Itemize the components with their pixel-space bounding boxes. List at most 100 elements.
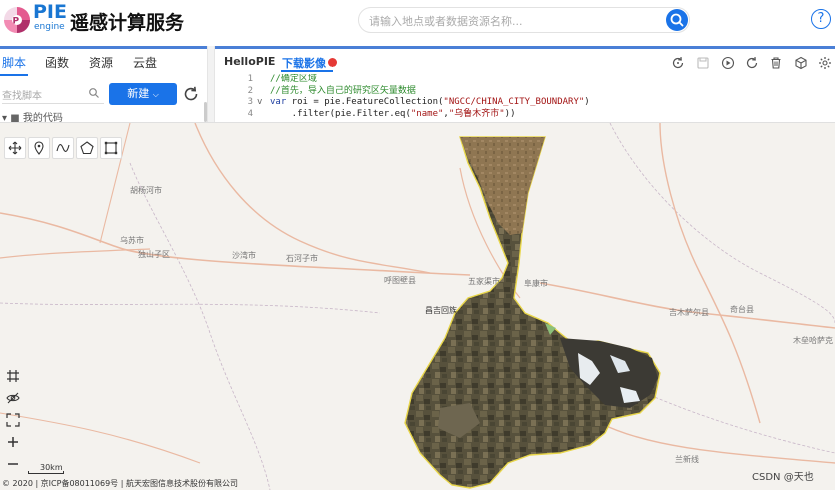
- line-number: 4: [247, 108, 253, 119]
- panel-accent-bar: [0, 46, 207, 49]
- code-token: //首先，导入自己的研究区矢量数据: [270, 85, 416, 96]
- map-label: 阜康市: [524, 279, 548, 288]
- polygon-icon: [80, 141, 94, 155]
- script-panel-tabs: 脚本 函数 资源 云盘: [0, 54, 207, 76]
- new-script-button[interactable]: 新建 ⌵: [109, 83, 177, 105]
- move-icon: [8, 141, 22, 155]
- code-text: //确定区域: [270, 74, 317, 86]
- code-line[interactable]: 4 .filter(pie.Filter.eq("name","乌鲁木齐市")): [215, 109, 835, 121]
- tab-hellopie[interactable]: HelloPIE: [224, 55, 275, 68]
- code-token: "name": [410, 108, 444, 119]
- code-area[interactable]: 1//确定区域 2//首先，导入自己的研究区矢量数据 3 v var roi = pie…: [215, 74, 835, 122]
- point-tool-button[interactable]: [28, 137, 50, 159]
- map-label: 呼图壁县: [384, 276, 416, 285]
- scale-bar: 30km: [28, 463, 88, 475]
- refresh-icon[interactable]: [671, 56, 685, 70]
- global-search: [358, 7, 690, 33]
- code-token: //确定区域: [270, 74, 317, 84]
- top-header: P PIE engine 遥感计算服务 ?: [0, 0, 835, 40]
- fullscreen-icon[interactable]: [4, 411, 22, 429]
- app-root: P PIE engine 遥感计算服务 ? 脚本 函数 资源 云盘: [0, 0, 835, 490]
- script-panel: 脚本 函数 资源 云盘 新建 ⌵ ▾ ■ 我的代码: [0, 46, 207, 122]
- map-label: 独山子区: [138, 250, 170, 259]
- zoom-out-icon[interactable]: [4, 455, 22, 473]
- code-line[interactable]: 1 //确定区域: [215, 74, 835, 86]
- svg-text:P: P: [13, 17, 20, 27]
- pan-tool-button[interactable]: [4, 137, 26, 159]
- search-icon[interactable]: [88, 87, 100, 99]
- code-token: roi = pie.FeatureCollection(: [286, 97, 444, 107]
- active-editor-tab-indicator: [281, 70, 333, 72]
- logo-engine-text: engine: [34, 22, 65, 32]
- map-label: 兰新线: [675, 455, 699, 464]
- map-label: 吉木萨尔县: [669, 308, 709, 317]
- hide-layer-icon[interactable]: [4, 389, 22, 407]
- code-line[interactable]: 2 //首先，导入自己的研究区矢量数据: [215, 86, 835, 98]
- help-button[interactable]: ?: [811, 9, 831, 29]
- script-search: [2, 84, 104, 106]
- map-label: 五家渠市: [468, 277, 500, 286]
- polyline-icon: [56, 144, 70, 152]
- map-view[interactable]: 胡杨河市 乌苏市 独山子区 沙湾市 石河子市 呼图壁县 五家渠市 阜康市 昌吉回…: [0, 123, 835, 490]
- rectangle-tool-button[interactable]: [100, 137, 122, 159]
- pie-logo-icon[interactable]: P: [3, 6, 31, 34]
- code-token: var: [270, 97, 287, 107]
- delete-icon[interactable]: [769, 56, 783, 70]
- scale-line: [28, 471, 64, 474]
- tree-item-my-code[interactable]: ▾ ■ 我的代码: [2, 112, 122, 122]
- line-number: 2: [247, 85, 253, 96]
- run-icon[interactable]: [721, 56, 735, 70]
- polygon-tool-button[interactable]: [76, 137, 98, 159]
- caret-down-icon: ▾: [2, 113, 8, 122]
- tab-scripts[interactable]: 脚本: [2, 54, 26, 71]
- code-line[interactable]: 3 v var roi = pie.FeatureCollection("NGCC/…: [215, 97, 835, 109]
- code-editor: HelloPIE 下载影像 1 //确定区域 2 //首先，导入自己的研究区矢量…: [215, 46, 835, 124]
- code-token: .filter(pie.Filter.eq(: [270, 108, 411, 119]
- map-side-controls: [4, 367, 22, 467]
- active-tab-indicator: [0, 74, 28, 76]
- zoom-in-icon[interactable]: [4, 433, 22, 451]
- script-search-input[interactable]: [2, 87, 86, 106]
- folder-icon: ■: [10, 113, 20, 122]
- fold-toggle-icon[interactable]: v: [257, 97, 262, 109]
- logo-pie-text: PIE: [33, 1, 67, 23]
- line-number: 3: [247, 97, 253, 107]
- draw-toolbar: [4, 137, 124, 159]
- close-tab-icon[interactable]: [328, 58, 337, 71]
- new-button-label: 新建: [127, 87, 150, 100]
- basemap-layer: [0, 123, 835, 490]
- stop-icon[interactable]: [745, 56, 759, 70]
- refresh-icon[interactable]: [182, 85, 200, 103]
- grid-icon[interactable]: [4, 367, 22, 385]
- search-button[interactable]: [666, 9, 688, 31]
- map-label: 木垒哈萨克: [793, 336, 833, 345]
- tree-item-label: 我的代码: [22, 113, 63, 122]
- map-label: 乌苏市: [120, 236, 144, 245]
- map-label: 奇台县: [730, 305, 754, 314]
- logo-wordmark[interactable]: PIE engine: [33, 1, 69, 35]
- global-search-input[interactable]: [369, 12, 659, 30]
- map-label: 昌吉回族: [425, 306, 457, 315]
- line-number: 1: [247, 74, 253, 84]
- settings-icon[interactable]: [818, 56, 832, 70]
- tab-functions[interactable]: 函数: [45, 54, 69, 71]
- tab-download-image[interactable]: 下载影像: [282, 55, 326, 71]
- line-tool-button[interactable]: [52, 137, 74, 159]
- chevron-down-icon: ⌵: [152, 90, 159, 99]
- watermark-text: CSDN @天也: [752, 472, 814, 483]
- tab-cloud-disk[interactable]: 云盘: [133, 54, 157, 71]
- editor-accent-bar: [215, 46, 835, 49]
- code-token: "乌鲁木齐市": [448, 108, 505, 119]
- tab-resources[interactable]: 资源: [89, 54, 113, 71]
- map-label: 沙湾市: [232, 251, 256, 260]
- panel-resize-handle[interactable]: [207, 46, 215, 122]
- save-icon[interactable]: [696, 56, 710, 70]
- cube-icon[interactable]: [794, 56, 808, 70]
- brand-title: 遥感计算服务: [70, 12, 185, 34]
- code-token: ): [584, 97, 590, 107]
- code-text: //首先，导入自己的研究区矢量数据: [270, 86, 416, 98]
- map-label: 石河子市: [286, 254, 318, 263]
- map-label: 胡杨河市: [130, 186, 162, 195]
- code-text: var roi = pie.FeatureCollection("NGCC/CH…: [270, 97, 590, 109]
- code-text: .filter(pie.Filter.eq("name","乌鲁木齐市")): [270, 109, 516, 121]
